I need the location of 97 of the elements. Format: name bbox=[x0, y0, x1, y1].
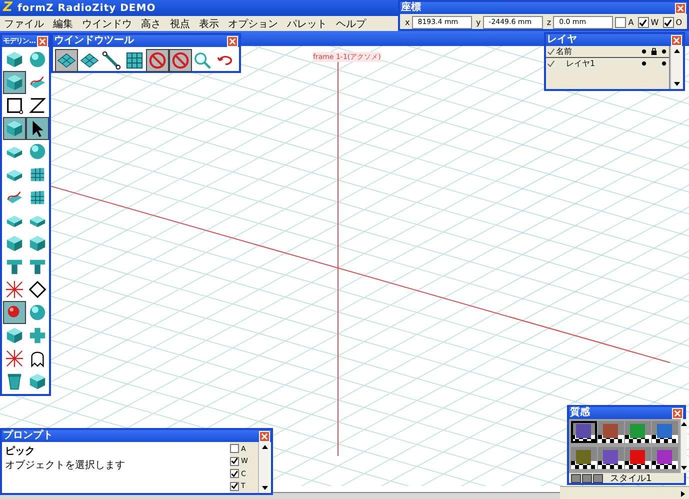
list-view-button[interactable] bbox=[571, 474, 581, 482]
close-button[interactable] bbox=[259, 430, 270, 442]
material-swatch[interactable] bbox=[571, 421, 597, 443]
cube-icon bbox=[28, 234, 47, 253]
menu-item[interactable]: 表示 bbox=[199, 16, 219, 30]
tool-button[interactable] bbox=[3, 71, 26, 94]
cube-icon bbox=[5, 234, 24, 253]
palette-title: ウインドウツール bbox=[54, 35, 136, 47]
preview-view-button[interactable] bbox=[582, 474, 592, 482]
dot-icon bbox=[640, 61, 648, 66]
tool-button[interactable] bbox=[3, 117, 26, 140]
prompt-heading: ピック bbox=[5, 444, 36, 458]
checkbox[interactable] bbox=[615, 17, 626, 28]
prohibited-icon bbox=[148, 51, 167, 70]
material-swatch[interactable] bbox=[652, 421, 678, 443]
polyline-icon bbox=[28, 96, 47, 115]
horizontal-scrollbar[interactable] bbox=[560, 486, 689, 499]
palette-title: プロンプト bbox=[3, 430, 54, 442]
cube-icon bbox=[28, 372, 47, 391]
menu-item[interactable]: ウインドウ bbox=[82, 16, 132, 30]
close-button[interactable] bbox=[227, 36, 238, 46]
close-button[interactable] bbox=[671, 34, 682, 46]
sphere-icon bbox=[28, 142, 47, 161]
line-icon bbox=[102, 51, 122, 70]
sphere-icon bbox=[28, 303, 47, 322]
cube-icon bbox=[5, 119, 24, 138]
prompt-message: オブジェクトを選択します bbox=[5, 458, 126, 472]
app-logo: Z bbox=[3, 1, 12, 15]
grid-panel-icon bbox=[125, 51, 144, 70]
style-name: スタイル1 bbox=[610, 472, 652, 484]
tool-button[interactable] bbox=[26, 278, 49, 301]
lock-icon bbox=[650, 48, 658, 55]
material-swatch[interactable] bbox=[598, 446, 624, 468]
plane-icon bbox=[56, 51, 76, 70]
palette-title: 質感 bbox=[570, 407, 591, 419]
checkbox[interactable] bbox=[230, 482, 239, 491]
sphere-icon bbox=[28, 50, 47, 69]
material-swatch[interactable] bbox=[571, 446, 597, 468]
layer-row[interactable]: レイヤ1 bbox=[546, 58, 669, 69]
prohibited-icon bbox=[170, 51, 190, 70]
menu-item[interactable]: ヘルプ bbox=[336, 16, 366, 30]
visibility-toggle[interactable] bbox=[546, 60, 556, 68]
t-block-icon bbox=[28, 257, 47, 276]
scrollbar[interactable] bbox=[670, 46, 683, 89]
trash-can-icon bbox=[5, 372, 24, 391]
field-label: z bbox=[546, 18, 552, 27]
field-label: x bbox=[405, 18, 410, 27]
material-swatch[interactable] bbox=[625, 446, 651, 468]
menu-item[interactable]: 編集 bbox=[53, 16, 73, 30]
burst-icon bbox=[5, 280, 24, 299]
cube-icon bbox=[5, 73, 24, 92]
close-button[interactable] bbox=[37, 36, 48, 46]
dot-icon bbox=[660, 49, 668, 54]
ghost-icon bbox=[28, 349, 47, 368]
menu-item[interactable]: オプション bbox=[228, 16, 278, 30]
cross-shape-icon bbox=[28, 326, 47, 345]
menu-item[interactable]: パレット bbox=[287, 16, 327, 30]
menu-item[interactable]: 高さ bbox=[141, 16, 161, 30]
checkbox-label: O bbox=[676, 18, 682, 27]
material-swatch[interactable] bbox=[652, 446, 678, 468]
dot-icon bbox=[660, 61, 668, 66]
checkbox-label: W bbox=[650, 18, 659, 27]
burst-icon bbox=[5, 349, 24, 368]
checkbox[interactable] bbox=[638, 17, 649, 28]
checkbox-label: A bbox=[628, 18, 634, 27]
field-label: y bbox=[476, 18, 481, 27]
checkbox[interactable] bbox=[662, 17, 674, 28]
tool-button[interactable] bbox=[100, 49, 124, 72]
window-title: formZ RadioZity DEMO bbox=[17, 2, 156, 14]
checkbox[interactable] bbox=[230, 456, 239, 466]
diamond-icon bbox=[28, 280, 47, 299]
checkbox[interactable] bbox=[230, 444, 239, 453]
cube-icon bbox=[5, 326, 24, 345]
menu-item[interactable]: 視点 bbox=[170, 16, 190, 30]
check-icon bbox=[546, 48, 556, 56]
cube-icon bbox=[5, 50, 24, 69]
close-button[interactable] bbox=[672, 408, 683, 418]
palette-title: 座標 bbox=[401, 2, 422, 14]
material-swatch[interactable] bbox=[598, 421, 624, 443]
magnifier-icon bbox=[193, 51, 212, 70]
plane-icon bbox=[80, 51, 99, 70]
scrollbar[interactable] bbox=[680, 419, 687, 473]
dot-icon bbox=[640, 49, 648, 54]
grid-panel-icon bbox=[28, 188, 47, 207]
material-swatch[interactable] bbox=[625, 421, 651, 443]
t-block-icon bbox=[5, 257, 24, 276]
palette-title: レイヤ bbox=[547, 34, 578, 46]
layer-name: レイヤ1 bbox=[565, 58, 596, 69]
menu-item[interactable]: ファイル bbox=[4, 16, 44, 30]
grid-panel-icon bbox=[28, 165, 47, 184]
close-button[interactable] bbox=[675, 2, 686, 14]
scrollbar[interactable] bbox=[258, 442, 271, 493]
grid-view-button[interactable] bbox=[593, 474, 603, 482]
tool-button[interactable] bbox=[26, 117, 49, 140]
column-header: 名前 bbox=[556, 46, 573, 57]
checkbox[interactable] bbox=[230, 469, 239, 478]
rectangle-icon bbox=[5, 96, 24, 115]
